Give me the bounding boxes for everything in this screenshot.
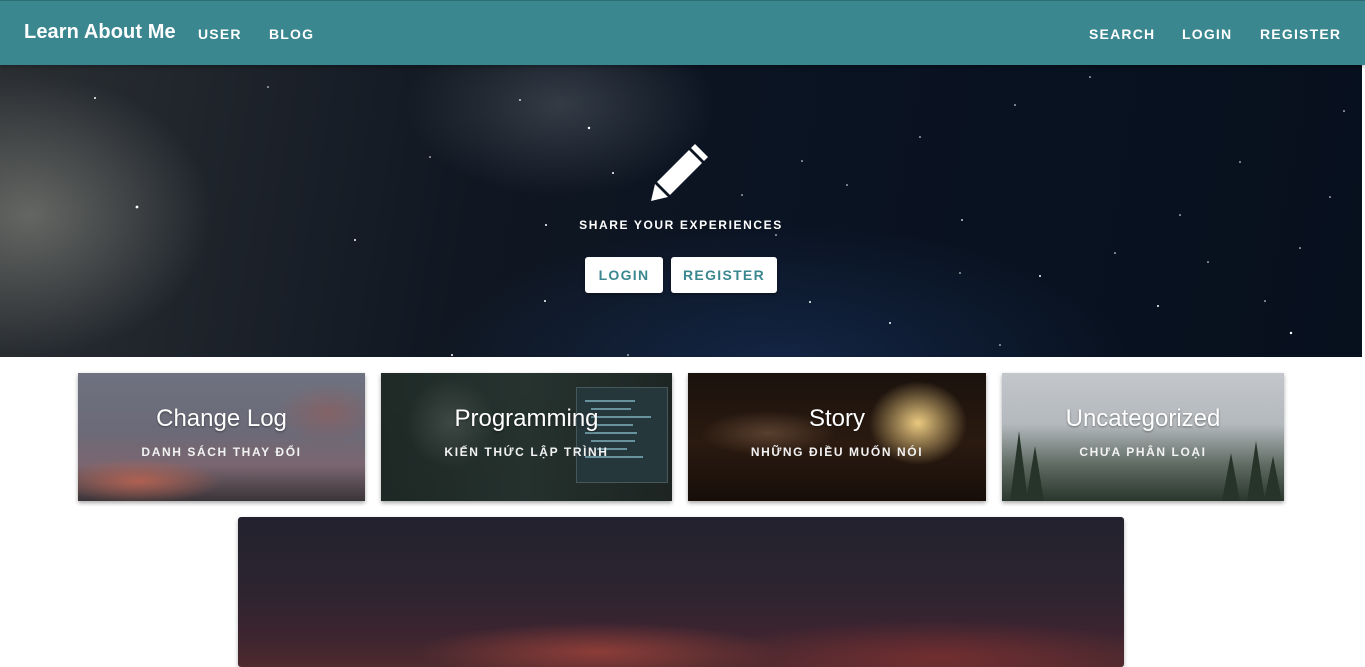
- category-subtitle: CHƯA PHÂN LOẠI: [1079, 445, 1207, 459]
- nav-register-link[interactable]: REGISTER: [1260, 26, 1341, 42]
- nav-login-link[interactable]: LOGIN: [1182, 26, 1232, 42]
- hero-banner: SHARE YOUR EXPERIENCES LOGIN REGISTER: [0, 65, 1362, 357]
- hero-tagline: SHARE YOUR EXPERIENCES: [579, 218, 783, 232]
- pencil-icon: [651, 144, 708, 201]
- hero-login-button[interactable]: LOGIN: [585, 257, 663, 293]
- category-title: Change Log: [156, 405, 287, 432]
- nav-search-link[interactable]: SEARCH: [1089, 26, 1155, 42]
- tree-shape: [1264, 456, 1282, 501]
- category-card-story[interactable]: Story NHỮNG ĐIỀU MUỐN NÓI: [688, 373, 986, 501]
- category-card-uncategorized[interactable]: Uncategorized CHƯA PHÂN LOẠI: [1002, 373, 1284, 501]
- tree-shape: [1222, 453, 1240, 501]
- category-title: Programming: [454, 405, 599, 432]
- featured-post-image[interactable]: [238, 517, 1124, 667]
- nav-blog-link[interactable]: BLOG: [269, 26, 314, 42]
- category-card-programming[interactable]: Programming KIẾN THỨC LẬP TRÌNH: [381, 373, 672, 501]
- monitor-image: [576, 387, 668, 483]
- category-subtitle: NHỮNG ĐIỀU MUỐN NÓI: [750, 445, 924, 459]
- category-card-changelog[interactable]: Change Log DANH SÁCH THAY ĐỔI: [78, 373, 365, 501]
- category-title: Uncategorized: [1065, 405, 1221, 432]
- category-subtitle: KIẾN THỨC LẬP TRÌNH: [444, 445, 609, 459]
- starfield-background: [94, 76, 1345, 356]
- category-title: Story: [808, 405, 865, 432]
- hero-register-button[interactable]: REGISTER: [671, 257, 777, 293]
- top-navbar: Learn About Me USER BLOG SEARCH LOGIN RE…: [0, 0, 1365, 65]
- brand-link[interactable]: Learn About Me: [24, 21, 176, 44]
- category-subtitle: DANH SÁCH THAY ĐỔI: [141, 445, 302, 459]
- nav-user-link[interactable]: USER: [198, 26, 242, 42]
